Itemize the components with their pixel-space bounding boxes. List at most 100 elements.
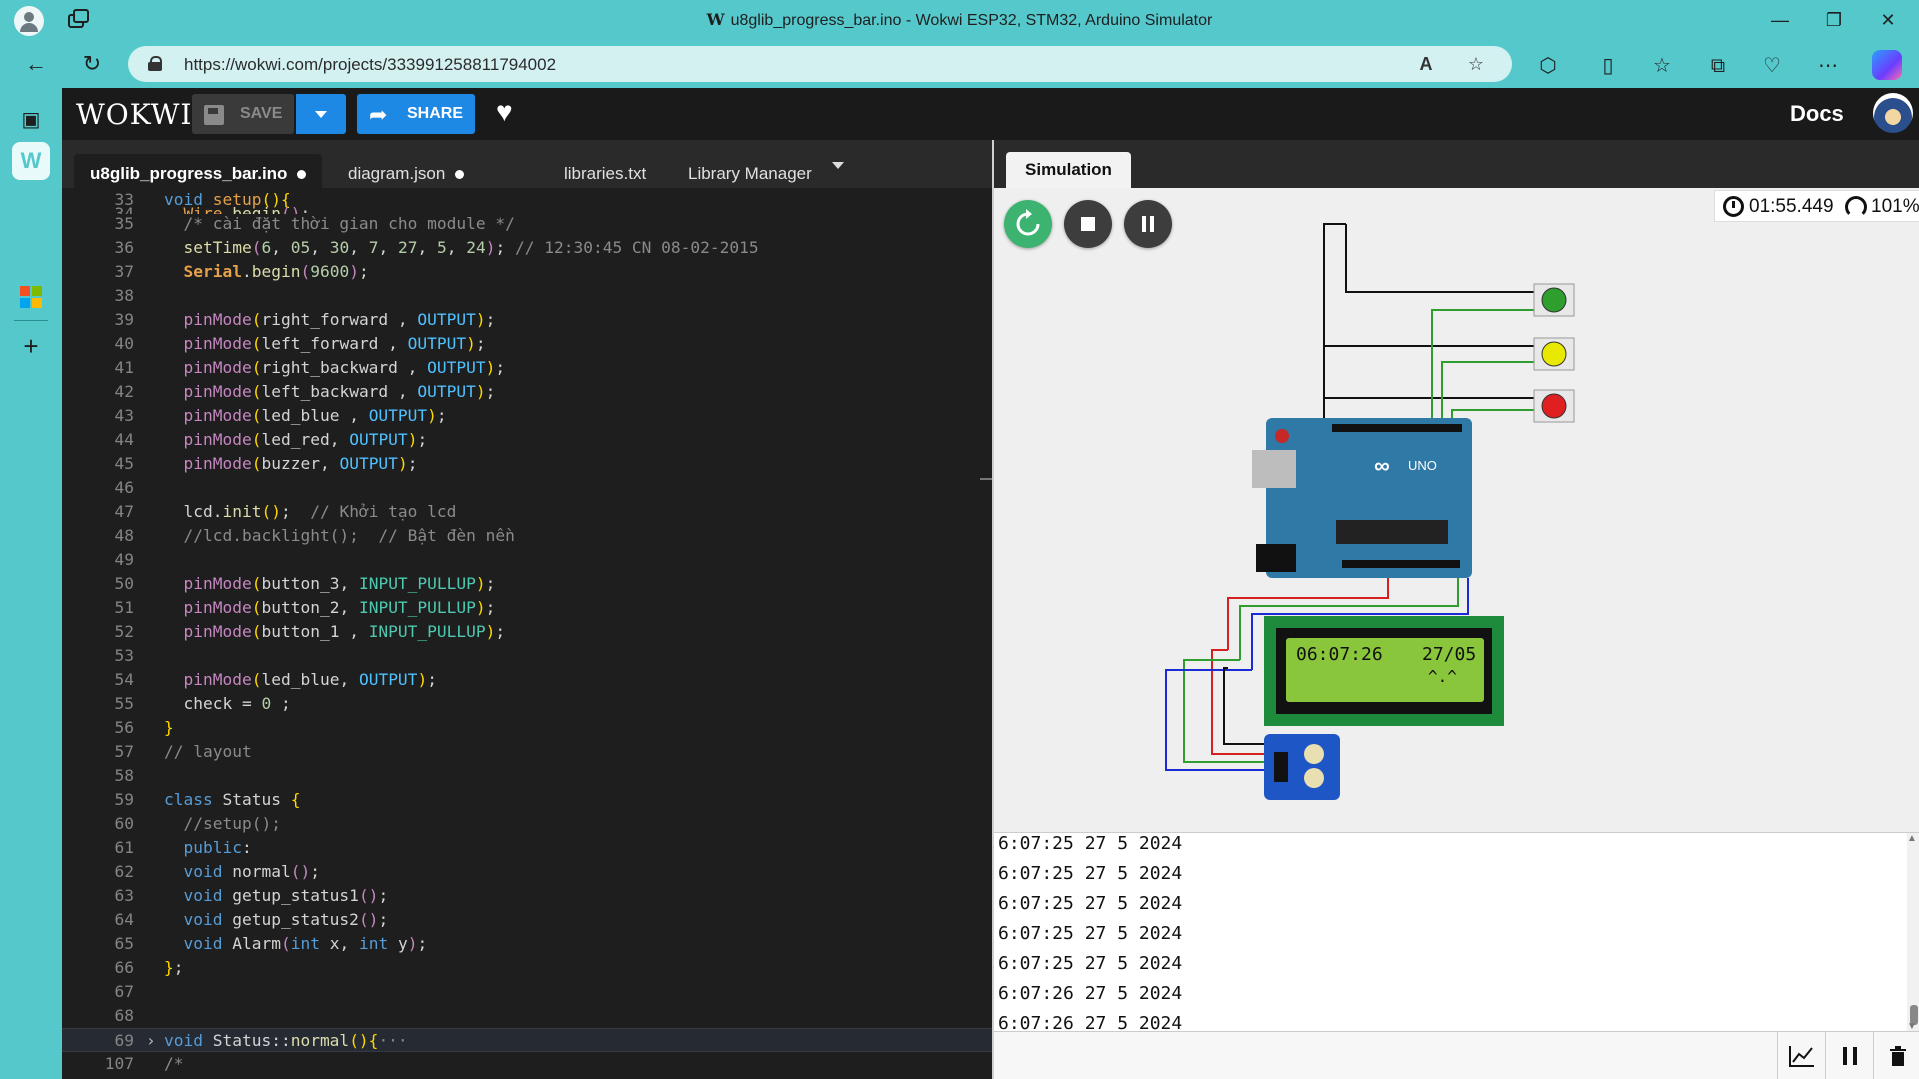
tab-library-manager[interactable]: Library Manager bbox=[672, 154, 828, 188]
favorite-star-icon[interactable]: ☆ bbox=[1464, 52, 1488, 76]
code-line[interactable]: 66}; bbox=[62, 956, 992, 980]
favorites-icon[interactable]: ☆ bbox=[1648, 52, 1676, 80]
code-line[interactable]: 56} bbox=[62, 716, 992, 740]
tabs-menu-chevron-icon[interactable] bbox=[832, 162, 844, 169]
simulation-panel: Simulation 01:55.449 101% ∞ UNO 06:07:26… bbox=[992, 140, 1919, 1079]
code-line[interactable]: 61 public: bbox=[62, 836, 992, 860]
save-dropdown-button[interactable] bbox=[296, 94, 346, 134]
code-line[interactable]: 47 lcd.init(); // Khởi tạo lcd bbox=[62, 500, 992, 524]
performance-icon[interactable]: ♡ bbox=[1758, 52, 1786, 80]
collections-icon[interactable]: ⧉ bbox=[1704, 52, 1732, 80]
share-label: SHARE bbox=[407, 105, 464, 122]
save-label: SAVE bbox=[240, 105, 283, 122]
code-line[interactable]: 67 bbox=[62, 980, 992, 1004]
wokwi-logo[interactable]: WOKWI bbox=[76, 98, 193, 131]
code-line[interactable]: 39 pinMode(right_forward , OUTPUT); bbox=[62, 308, 992, 332]
plotter-icon[interactable] bbox=[1777, 1032, 1825, 1079]
wokwi-header: WOKWI SAVE ➦ SHARE ♥ Docs bbox=[62, 88, 1919, 140]
url-text[interactable]: https://wokwi.com/projects/3339912588117… bbox=[184, 55, 556, 75]
code-line[interactable]: 49 bbox=[62, 548, 992, 572]
code-line[interactable]: 43 pinMode(led_blue , OUTPUT); bbox=[62, 404, 992, 428]
code-line[interactable]: 38 bbox=[62, 284, 992, 308]
code-line[interactable]: 58 bbox=[62, 764, 992, 788]
avatar[interactable] bbox=[1873, 93, 1913, 133]
code-area[interactable]: 33 void setup(){ 34 Wire.begin(); 35 /* c… bbox=[62, 188, 992, 1079]
code-line[interactable]: 42 pinMode(left_backward , OUTPUT); bbox=[62, 380, 992, 404]
like-heart-icon[interactable]: ♥ bbox=[496, 96, 513, 128]
split-screen-icon[interactable]: ▯ bbox=[1594, 52, 1622, 80]
serial-scrollbar[interactable] bbox=[1907, 833, 1919, 1031]
microsoft-store-icon[interactable] bbox=[20, 286, 42, 308]
code-line[interactable]: 53 bbox=[62, 644, 992, 668]
maximize-button[interactable]: ❐ bbox=[1810, 4, 1858, 36]
fold-chevron-icon[interactable]: › bbox=[146, 1029, 156, 1053]
copilot-icon[interactable] bbox=[1872, 50, 1902, 80]
code-line[interactable]: 50 pinMode(button_3, INPUT_PULLUP); bbox=[62, 572, 992, 596]
pause-serial-icon[interactable] bbox=[1825, 1032, 1873, 1079]
code-line[interactable]: 51 pinMode(button_2, INPUT_PULLUP); bbox=[62, 596, 992, 620]
window-title-text: u8glib_progress_bar.ino - Wokwi ESP32, S… bbox=[730, 12, 1213, 29]
extensions-icon[interactable]: ⬡ bbox=[1534, 52, 1562, 80]
code-line[interactable]: 41 pinMode(right_backward , OUTPUT); bbox=[62, 356, 992, 380]
code-line[interactable]: 55 check = 0 ; bbox=[62, 692, 992, 716]
tab-libraries-txt[interactable]: libraries.txt bbox=[548, 154, 662, 188]
code-line[interactable]: 62 void normal(); bbox=[62, 860, 992, 884]
back-icon[interactable]: ← bbox=[20, 48, 52, 80]
save-button[interactable]: SAVE bbox=[192, 94, 294, 134]
code-line[interactable]: 54 pinMode(led_blue, OUTPUT); bbox=[62, 668, 992, 692]
wokwi-tab-icon[interactable]: W bbox=[12, 142, 50, 180]
rtc-module[interactable] bbox=[1264, 734, 1340, 800]
close-button[interactable]: ✕ bbox=[1864, 4, 1912, 36]
simulation-tabs: Simulation bbox=[994, 140, 1919, 188]
lock-icon[interactable] bbox=[148, 56, 162, 71]
code-line[interactable]: 63 void getup_status1(); bbox=[62, 884, 992, 908]
code-line[interactable]: 35 /* cài đặt thời gian cho module */ bbox=[62, 212, 992, 236]
minimize-button[interactable]: — bbox=[1756, 4, 1804, 36]
tab-main-ino[interactable]: u8glib_progress_bar.ino bbox=[74, 154, 323, 188]
vertical-tabs-icon[interactable]: ▣ bbox=[15, 104, 47, 136]
code-line[interactable]: 40 pinMode(left_forward , OUTPUT); bbox=[62, 332, 992, 356]
code-line[interactable]: 60 //setup(); bbox=[62, 812, 992, 836]
share-button[interactable]: ➦ SHARE bbox=[357, 94, 475, 134]
lcd-date-text: 27/05 bbox=[1422, 644, 1476, 665]
tab-simulation[interactable]: Simulation bbox=[1006, 152, 1131, 188]
code-line[interactable]: 107/* bbox=[62, 1052, 992, 1076]
save-disk-icon bbox=[204, 105, 224, 125]
simulation-canvas[interactable]: 01:55.449 101% ∞ UNO 06:07:26 27/05 ^.^ bbox=[994, 188, 1919, 832]
circuit-diagram: ∞ UNO 06:07:26 27/05 ^.^ bbox=[1165, 223, 1575, 800]
code-line[interactable]: 65 void Alarm(int x, int y); bbox=[62, 932, 992, 956]
svg-text:∞: ∞ bbox=[1374, 453, 1390, 478]
scroll-up-icon[interactable]: ▲ bbox=[1907, 833, 1917, 844]
led-green[interactable] bbox=[1533, 283, 1575, 317]
code-line[interactable]: 59 class Status { bbox=[62, 788, 992, 812]
code-line[interactable]: 37 Serial.begin(9600); bbox=[62, 260, 992, 284]
code-line[interactable]: 52 pinMode(button_1 , INPUT_PULLUP); bbox=[62, 620, 992, 644]
url-field[interactable]: https://wokwi.com/projects/3339912588117… bbox=[128, 46, 1512, 82]
code-line[interactable]: 46 bbox=[62, 476, 992, 500]
serial-monitor[interactable]: 6:07:25 27 5 2024 6:07:25 27 5 2024 6:07… bbox=[994, 832, 1919, 1031]
code-line[interactable]: 48 //lcd.backlight(); // Bật đèn nền bbox=[62, 524, 992, 548]
arduino-uno-board[interactable]: ∞ UNO bbox=[1252, 418, 1472, 578]
led-red[interactable] bbox=[1533, 389, 1575, 423]
code-line[interactable]: 44 pinMode(led_red, OUTPUT); bbox=[62, 428, 992, 452]
clear-serial-trash-icon[interactable] bbox=[1873, 1032, 1919, 1079]
lcd-display[interactable]: 06:07:26 27/05 ^.^ bbox=[1264, 616, 1504, 726]
new-tab-plus-icon[interactable]: + bbox=[15, 330, 47, 362]
scroll-down-icon[interactable]: ▼ bbox=[1907, 1021, 1917, 1031]
serial-line: 6:07:25 27 5 2024 bbox=[998, 893, 1183, 914]
docs-link[interactable]: Docs bbox=[1790, 101, 1844, 127]
code-line[interactable]: 57// layout bbox=[62, 740, 992, 764]
code-line[interactable]: 36 setTime(6, 05, 30, 7, 27, 5, 24); // … bbox=[62, 236, 992, 260]
tab-diagram-json[interactable]: diagram.json bbox=[332, 154, 480, 188]
code-line[interactable]: 45 pinMode(buzzer, OUTPUT); bbox=[62, 452, 992, 476]
led-yellow[interactable] bbox=[1533, 337, 1575, 371]
editor-tabs: u8glib_progress_bar.ino diagram.json lib… bbox=[62, 140, 992, 188]
code-line[interactable]: 68 bbox=[62, 1004, 992, 1028]
code-line-current[interactable]: 69 › void Status::normal(){··· bbox=[62, 1028, 992, 1052]
refresh-icon[interactable]: ↻ bbox=[76, 48, 108, 80]
more-menu-icon[interactable]: ⋯ bbox=[1814, 52, 1842, 80]
editor-scroll-marker[interactable] bbox=[980, 478, 992, 480]
read-aloud-icon[interactable]: A bbox=[1414, 52, 1438, 76]
code-line[interactable]: 64 void getup_status2(); bbox=[62, 908, 992, 932]
address-bar: ← ↻ https://wokwi.com/projects/333991258… bbox=[0, 40, 1919, 88]
